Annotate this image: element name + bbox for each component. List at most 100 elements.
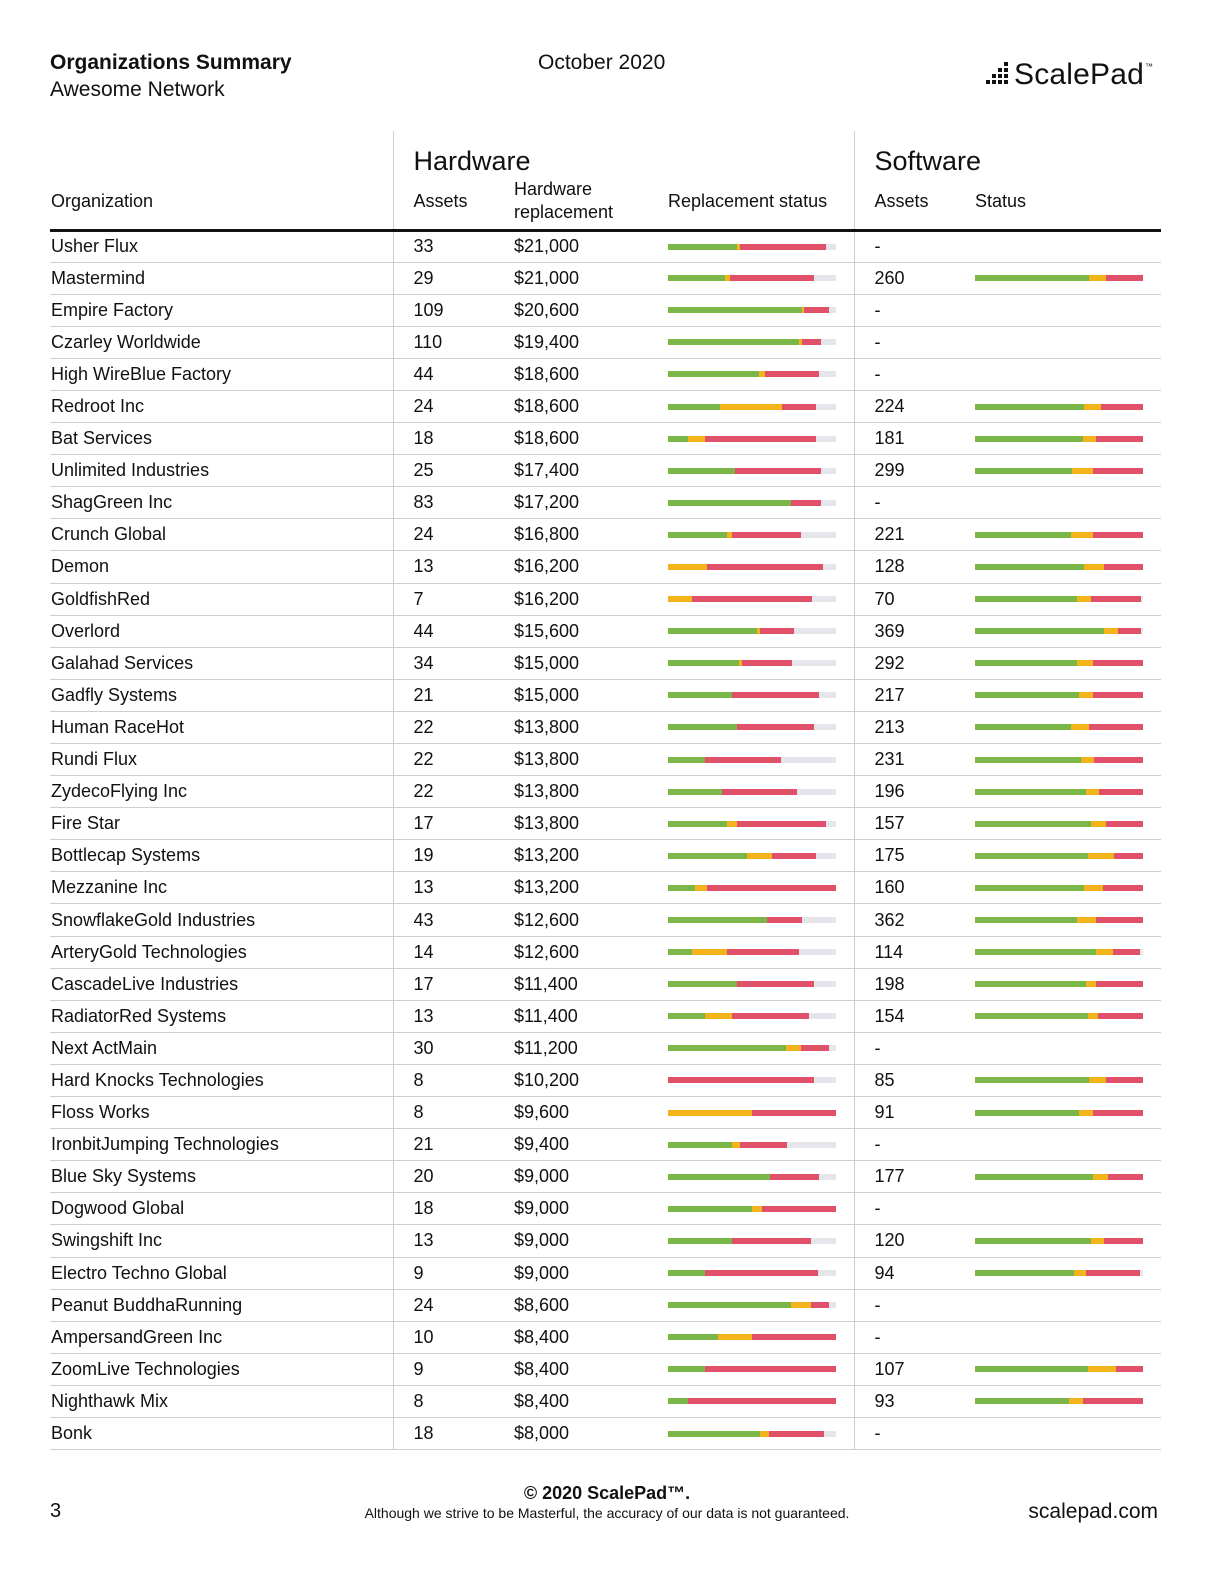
replacement-status-cell bbox=[668, 1257, 855, 1290]
replacement-status-cell bbox=[668, 518, 855, 552]
replacement-status-bar-good-segment bbox=[668, 820, 727, 827]
replacement-status-cell bbox=[668, 1160, 855, 1194]
hardware-replacement-cost: $13,800 bbox=[514, 711, 668, 745]
replacement-status-bar-bad-segment bbox=[751, 1334, 836, 1341]
organization-name: Electro Techno Global bbox=[50, 1257, 394, 1290]
table-row: Nighthawk Mix 8 $8,400 93 bbox=[50, 1385, 1161, 1418]
replacement-status-cell bbox=[668, 1289, 855, 1322]
replacement-status-bar-bad-segment bbox=[736, 820, 826, 827]
replacement-status-cell bbox=[668, 1353, 855, 1386]
website-link[interactable]: scalepad.com bbox=[1028, 1500, 1158, 1524]
software-status-bar-good-segment bbox=[975, 467, 1073, 474]
software-status-cell bbox=[975, 968, 1161, 1001]
replacement-status-bar-bad-segment bbox=[740, 1141, 788, 1148]
replacement-status-cell bbox=[668, 775, 855, 809]
table-row: RadiatorRed Systems 13 $11,400 154 bbox=[50, 1000, 1161, 1033]
hardware-replacement-cost: $8,400 bbox=[514, 1385, 668, 1418]
replacement-status-bar bbox=[668, 1270, 836, 1277]
replacement-status-bar bbox=[668, 1430, 836, 1437]
software-status-bar-good-segment bbox=[975, 275, 1090, 282]
software-status-bar-bad-segment bbox=[1106, 820, 1143, 827]
replacement-status-bar-good-segment bbox=[668, 1205, 752, 1212]
organization-name: IronbitJumping Technologies bbox=[50, 1128, 394, 1162]
replacement-status-bar-good-segment bbox=[668, 1173, 771, 1180]
replacement-status-bar-bad-segment bbox=[704, 756, 781, 763]
software-status-bar bbox=[975, 531, 1143, 538]
table-row: Electro Techno Global 9 $9,000 94 bbox=[50, 1257, 1161, 1290]
software-status-bar-good-segment bbox=[975, 596, 1078, 603]
software-status-bar bbox=[975, 435, 1143, 442]
organization-name: RadiatorRed Systems bbox=[50, 1000, 394, 1033]
software-assets: 120 bbox=[854, 1224, 975, 1258]
replacement-status-bar bbox=[668, 724, 836, 731]
replacement-status-bar-warn-segment bbox=[668, 1109, 752, 1116]
replacement-status-cell bbox=[668, 903, 855, 937]
hardware-replacement-cost: $8,400 bbox=[514, 1321, 668, 1354]
software-status-cell bbox=[975, 615, 1161, 648]
software-status-bar-warn-segment bbox=[1087, 1366, 1117, 1373]
organization-name: Dogwood Global bbox=[50, 1192, 394, 1226]
hardware-group-title: Hardware bbox=[393, 131, 855, 177]
software-assets: - bbox=[854, 1192, 975, 1226]
software-status-bar bbox=[975, 949, 1143, 956]
organization-name: Bottlecap Systems bbox=[50, 839, 394, 873]
hardware-assets: 34 bbox=[393, 647, 514, 680]
replacement-status-bar-warn-segment bbox=[746, 852, 773, 859]
hardware-replacement-cost: $11,400 bbox=[514, 968, 668, 1001]
software-status-bar-warn-segment bbox=[1084, 403, 1101, 410]
software-status-bar-bad-segment bbox=[1104, 1237, 1143, 1244]
table-row: ShagGreen Inc 83 $17,200 - bbox=[50, 486, 1161, 520]
organization-name: ArteryGold Technologies bbox=[50, 936, 394, 969]
replacement-status-cell bbox=[668, 390, 855, 424]
replacement-status-bar-bad-segment bbox=[770, 1173, 820, 1180]
software-status-bar bbox=[975, 403, 1143, 410]
replacement-status-bar-bad-segment bbox=[736, 724, 815, 731]
replacement-status-bar bbox=[668, 660, 836, 667]
replacement-status-bar-bad-segment bbox=[741, 660, 793, 667]
hardware-replacement-cost: $9,000 bbox=[514, 1224, 668, 1258]
replacement-status-bar-bad-segment bbox=[704, 435, 816, 442]
organization-name: GoldfishRed bbox=[50, 583, 394, 616]
replacement-status-bar-bad-segment bbox=[767, 917, 803, 924]
logo-text: ScalePad bbox=[1014, 58, 1145, 91]
replacement-status-bar-good-segment bbox=[668, 1398, 689, 1405]
replacement-status-bar bbox=[668, 275, 836, 282]
replacement-status-bar-bad-segment bbox=[731, 692, 820, 699]
replacement-status-cell bbox=[668, 743, 855, 777]
hardware-replacement-cost: $8,600 bbox=[514, 1289, 668, 1322]
table-row: Hard Knocks Technologies 8 $10,200 85 bbox=[50, 1064, 1161, 1098]
organization-name: Mezzanine Inc bbox=[50, 871, 394, 905]
replacement-status-cell bbox=[668, 679, 855, 712]
software-status-bar-good-segment bbox=[975, 1270, 1075, 1277]
column-header-row: Organization Assets Hardware replacement… bbox=[50, 177, 1161, 232]
software-status-bar-bad-segment bbox=[1116, 1366, 1143, 1373]
hardware-assets: 24 bbox=[393, 390, 514, 424]
replacement-status-cell bbox=[668, 807, 855, 841]
software-status-bar-warn-segment bbox=[1082, 435, 1096, 442]
software-status-bar-bad-segment bbox=[1099, 788, 1143, 795]
hardware-replacement-cost: $18,600 bbox=[514, 358, 668, 391]
software-status-bar-good-segment bbox=[975, 756, 1081, 763]
table-body: Usher Flux 33 $21,000 - Mastermind 29 $21,000 2… bbox=[50, 230, 1161, 1451]
table-row: Bat Services 18 $18,600 181 bbox=[50, 422, 1161, 456]
replacement-status-bar-good-segment bbox=[668, 1045, 786, 1052]
replacement-status-bar-good-segment bbox=[668, 852, 747, 859]
replacement-status-cell bbox=[668, 711, 855, 745]
hardware-replacement-cost: $10,200 bbox=[514, 1064, 668, 1098]
table-row: Czarley Worldwide 110 $19,400 - bbox=[50, 326, 1161, 359]
hardware-assets: 8 bbox=[393, 1064, 514, 1098]
replacement-status-bar-good-segment bbox=[668, 403, 721, 410]
table-row: High WireBlue Factory 44 $18,600 - bbox=[50, 358, 1161, 391]
software-status-bar-good-segment bbox=[975, 724, 1071, 731]
hardware-replacement-cost: $15,600 bbox=[514, 615, 668, 648]
replacement-status-bar bbox=[668, 788, 836, 795]
col-hw-replacement: Hardware replacement bbox=[514, 177, 668, 232]
hardware-assets: 109 bbox=[393, 294, 514, 327]
replacement-status-bar-good-segment bbox=[668, 1430, 761, 1437]
software-status-cell bbox=[975, 839, 1161, 873]
software-status-cell bbox=[975, 390, 1161, 424]
hardware-replacement-cost: $21,000 bbox=[514, 230, 668, 263]
software-status-cell bbox=[975, 1257, 1161, 1290]
table-row: AmpersandGreen Inc 10 $8,400 - bbox=[50, 1321, 1161, 1354]
software-assets: 299 bbox=[854, 454, 975, 488]
